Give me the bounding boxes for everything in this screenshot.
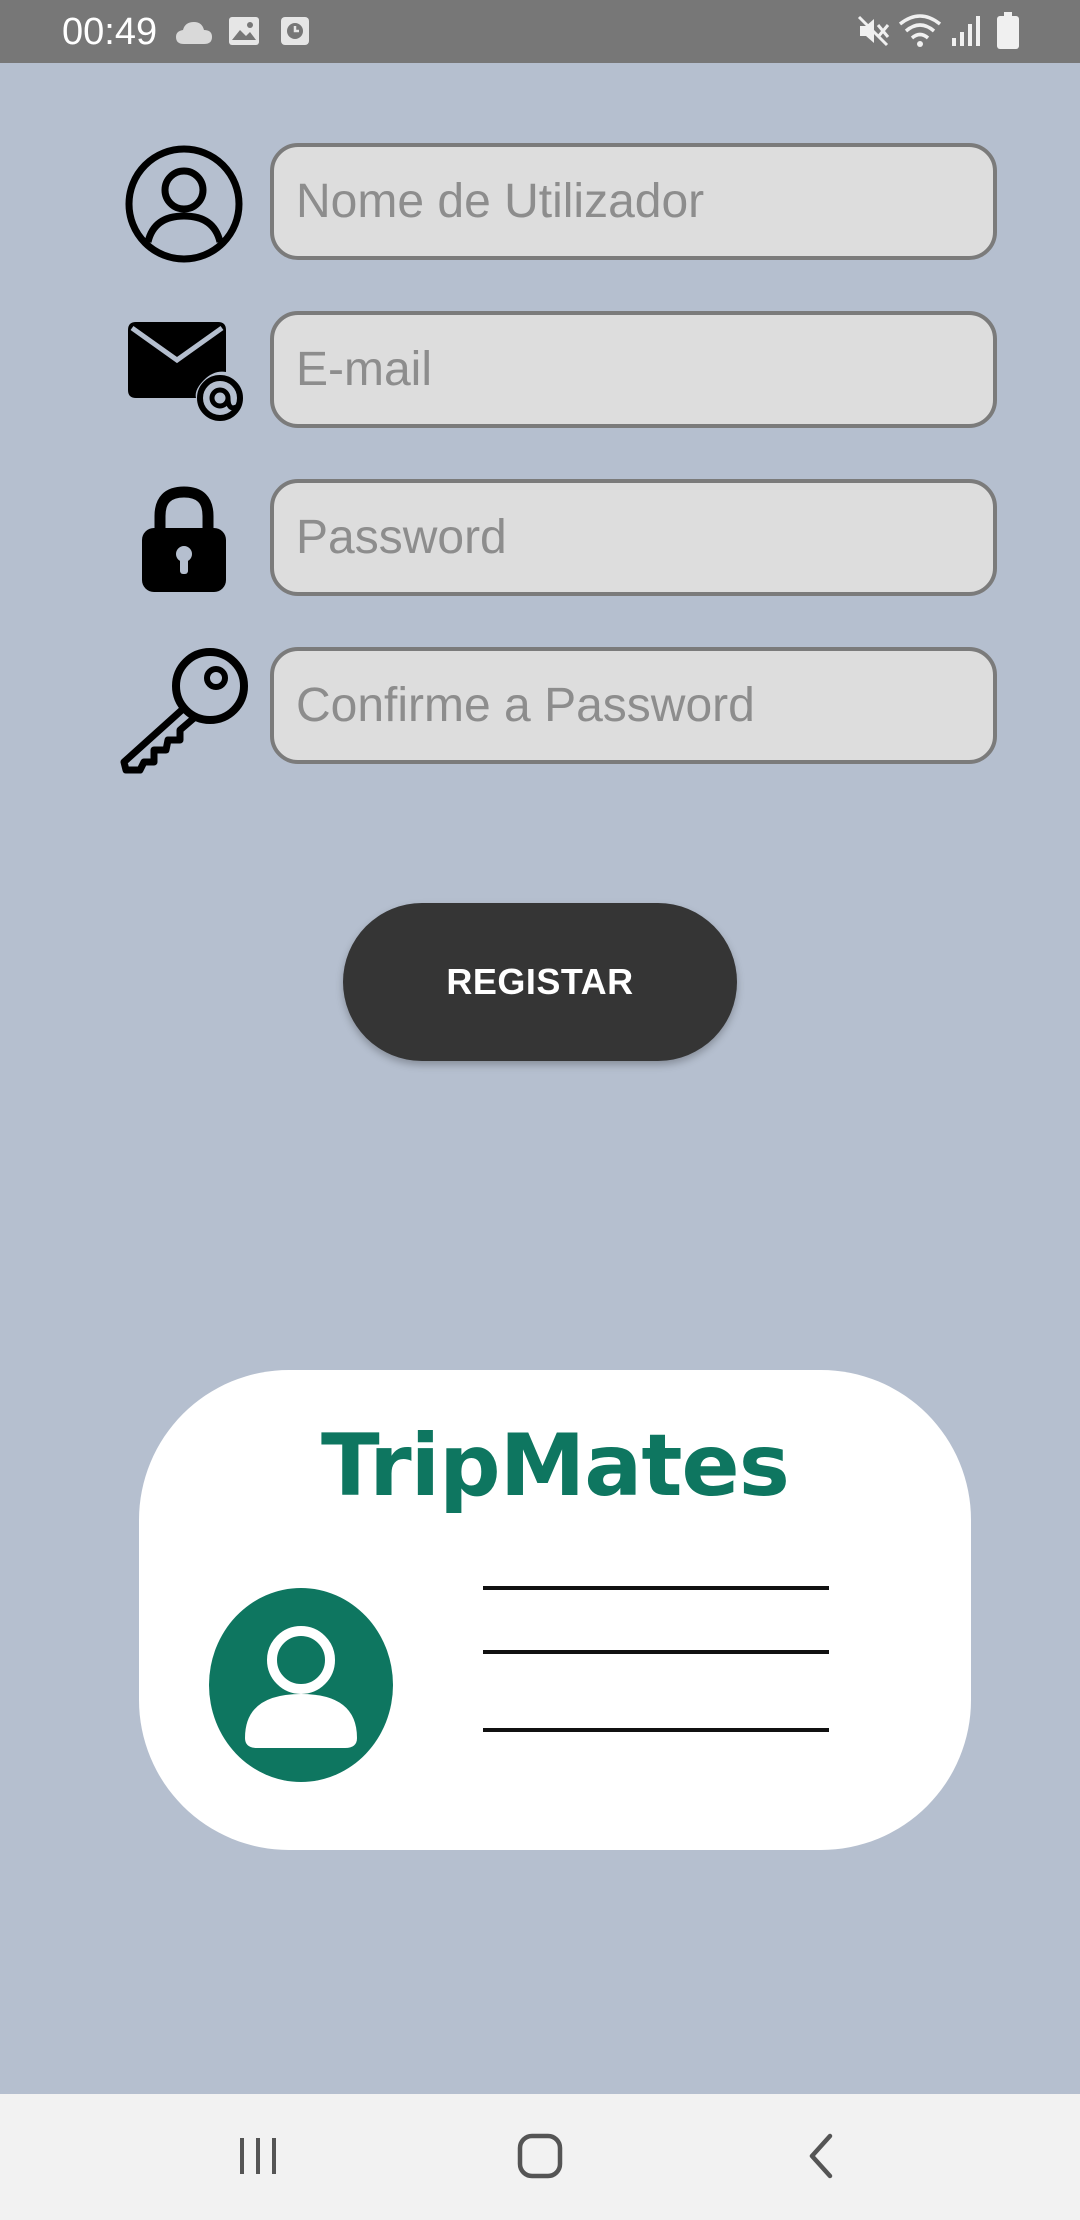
signal-icon xyxy=(952,16,980,46)
logo-title: TripMates xyxy=(321,1416,790,1516)
password-input[interactable] xyxy=(270,479,997,596)
home-icon[interactable] xyxy=(500,2124,580,2188)
status-time: 00:49 xyxy=(62,11,158,53)
confirm-password-input[interactable] xyxy=(270,647,997,764)
image-icon xyxy=(229,17,259,45)
logo-line xyxy=(483,1650,829,1654)
logo-line xyxy=(483,1728,829,1732)
user-avatar-icon xyxy=(209,1588,393,1782)
status-bar: 00:49 xyxy=(0,0,1080,63)
register-button[interactable]: REGISTAR xyxy=(343,903,737,1061)
back-icon[interactable] xyxy=(782,2124,862,2188)
battery-icon xyxy=(997,12,1019,49)
clock-app-icon xyxy=(281,17,309,45)
key-icon xyxy=(120,648,248,774)
logo-line xyxy=(483,1586,829,1590)
mute-icon xyxy=(857,15,890,47)
cloud-icon xyxy=(176,22,212,44)
tripmates-logo: TripMates xyxy=(139,1370,971,1850)
username-input[interactable] xyxy=(270,143,997,260)
recent-apps-icon[interactable] xyxy=(218,2124,298,2188)
navigation-bar xyxy=(0,2094,1080,2220)
wifi-icon xyxy=(898,14,942,47)
user-circle-icon xyxy=(125,145,243,263)
lock-icon xyxy=(142,486,226,592)
email-input[interactable] xyxy=(270,311,997,428)
mail-at-icon xyxy=(128,322,243,421)
